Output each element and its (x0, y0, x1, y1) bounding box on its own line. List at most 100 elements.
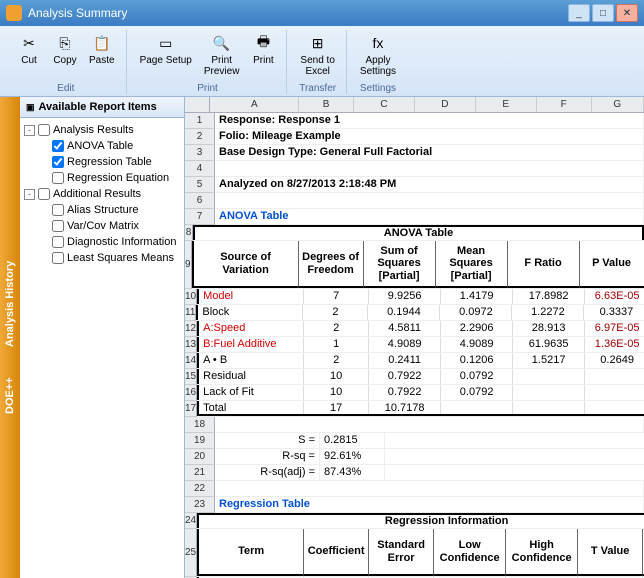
row-header[interactable]: 12 (185, 321, 197, 337)
table-header-cell: Term (199, 529, 304, 576)
cut-button[interactable]: ✂Cut (12, 30, 46, 80)
table-cell: 2.2906 (441, 321, 513, 336)
stat-label: R-sq = (215, 449, 320, 464)
page-setup-icon: ▭ (156, 33, 176, 53)
row-header[interactable]: 1 (185, 113, 215, 129)
tree-checkbox[interactable] (52, 252, 64, 264)
row-header[interactable]: 23 (185, 497, 215, 513)
ribbon-toolbar: ✂Cut⎘Copy📋Paste Edit ▭ Page Setup 🔍Print Pre… (0, 26, 644, 97)
row-header[interactable]: 19 (185, 433, 215, 449)
tree-checkbox[interactable] (38, 188, 50, 200)
tree-item[interactable]: Regression Table (22, 154, 182, 170)
row-header[interactable]: 2 (185, 129, 215, 145)
print-preview-button[interactable]: 🔍Print Preview (199, 30, 245, 80)
table-header-cell: F Ratio (508, 241, 580, 288)
tree-checkbox[interactable] (52, 220, 64, 232)
column-header[interactable]: A (210, 97, 299, 112)
tree-checkbox[interactable] (52, 236, 64, 248)
tree-item[interactable]: -Additional Results (22, 186, 182, 202)
table-row-label: A:Speed (199, 321, 304, 336)
table-cell: 1.2272 (512, 305, 584, 320)
row-header[interactable]: 5 (185, 177, 215, 193)
ribbon-group-label: Settings (349, 83, 407, 94)
tree-label: Regression Equation (67, 172, 169, 184)
tree-title: Available Report Items (39, 101, 157, 113)
tree-item[interactable]: Regression Equation (22, 170, 182, 186)
column-header[interactable]: B (299, 97, 354, 112)
table-cell: 0.2649 (585, 353, 644, 368)
send-to-excel-button[interactable]: ⊞Send to Excel (295, 30, 339, 80)
print-button[interactable]: 🖶Print (246, 30, 280, 80)
apply-settings-button[interactable]: fxApply Settings (355, 30, 401, 80)
tree-checkbox[interactable] (38, 124, 50, 136)
row-header[interactable]: 3 (185, 145, 215, 161)
row-header[interactable]: 13 (185, 337, 197, 353)
table-row-label: Total (199, 401, 304, 414)
row-header[interactable]: 7 (185, 209, 215, 225)
close-button[interactable]: ✕ (616, 4, 638, 22)
copy-button[interactable]: ⎘Copy (48, 30, 82, 80)
row-header[interactable]: 21 (185, 465, 215, 481)
side-tab[interactable]: DOE++ Analysis History (0, 97, 20, 578)
row-header[interactable]: 6 (185, 193, 215, 209)
tree-checkbox[interactable] (52, 204, 64, 216)
tree-label: Regression Table (67, 156, 152, 168)
table-cell: 0.0792 (441, 385, 513, 400)
row-header[interactable]: 10 (185, 289, 197, 305)
row-header[interactable]: 25 (185, 529, 197, 577)
row-header[interactable]: 18 (185, 417, 215, 433)
column-header[interactable]: D (415, 97, 476, 112)
cut-icon: ✂ (19, 33, 39, 53)
tree-item[interactable]: ANOVA Table (22, 138, 182, 154)
tree-item[interactable]: Diagnostic Information (22, 234, 182, 250)
row-header[interactable]: 4 (185, 161, 215, 177)
row-header[interactable]: 22 (185, 481, 215, 497)
tree-item[interactable]: Alias Structure (22, 202, 182, 218)
table-header-cell: Low Confidence (434, 529, 506, 576)
row-header[interactable]: 20 (185, 449, 215, 465)
ribbon-label: Page Setup (140, 55, 192, 66)
minimize-button[interactable]: _ (568, 4, 590, 22)
expand-icon[interactable]: - (24, 189, 35, 200)
row-header[interactable]: 14 (185, 353, 197, 369)
table-header-cell: Mean Squares [Partial] (436, 241, 508, 288)
tree-checkbox[interactable] (52, 156, 64, 168)
spreadsheet[interactable]: ABCDEFG1Response: Response 12Folio: Mile… (185, 97, 644, 578)
column-header[interactable]: C (354, 97, 415, 112)
ribbon-group-label: Edit (6, 83, 126, 94)
table-header-cell: Sum of Squares [Partial] (364, 241, 436, 288)
info-cell: Analyzed on 8/27/2013 2:18:48 PM (215, 177, 644, 192)
column-header[interactable]: G (592, 97, 644, 112)
row-header[interactable]: 11 (185, 305, 196, 321)
tree-item[interactable]: Least Squares Means (22, 250, 182, 266)
tree-label: Var/Cov Matrix (67, 220, 139, 232)
expand-icon[interactable]: - (24, 125, 35, 136)
tree-header: ▣ Available Report Items (20, 97, 184, 118)
table-cell: 0.7922 (369, 369, 441, 384)
info-cell: ANOVA Table (215, 209, 644, 224)
paste-button[interactable]: 📋Paste (84, 30, 120, 80)
table-header-cell: T Value (578, 529, 643, 576)
app-icon (6, 5, 22, 21)
page-setup-button[interactable]: ▭ Page Setup (135, 30, 197, 80)
table-title: ANOVA Table (193, 225, 644, 240)
tree-item[interactable]: Var/Cov Matrix (22, 218, 182, 234)
ribbon-group-label: Transfer (289, 83, 345, 94)
tree-collapse-icon[interactable]: ▣ (26, 102, 35, 113)
column-header[interactable]: E (476, 97, 537, 112)
row-header[interactable]: 15 (185, 369, 197, 385)
row-header[interactable]: 8 (185, 225, 193, 241)
tree-checkbox[interactable] (52, 172, 64, 184)
table-title: Regression Information (197, 513, 644, 528)
column-header[interactable]: F (537, 97, 592, 112)
tree-item[interactable]: -Analysis Results (22, 122, 182, 138)
table-row-label: B:Fuel Additive (199, 337, 304, 352)
table-cell: 17 (304, 401, 369, 414)
table-row-label: Model (199, 289, 304, 304)
row-header[interactable]: 24 (185, 513, 197, 529)
row-header[interactable]: 16 (185, 385, 197, 401)
row-header[interactable]: 17 (185, 401, 197, 417)
table-header-cell: Standard Error (369, 529, 434, 576)
maximize-button[interactable]: □ (592, 4, 614, 22)
tree-checkbox[interactable] (52, 140, 64, 152)
